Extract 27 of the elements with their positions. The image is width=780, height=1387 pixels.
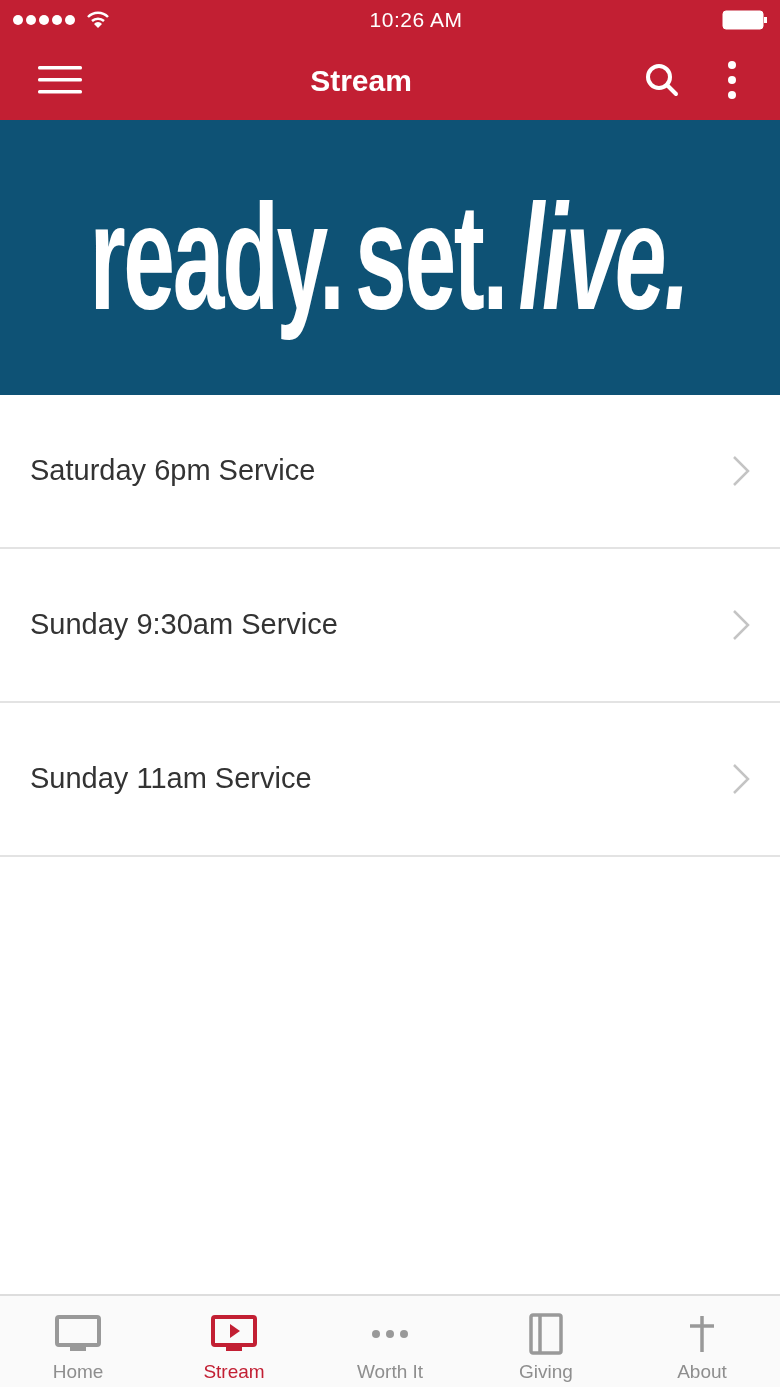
service-list-item[interactable]: Sunday 11am Service — [0, 703, 780, 857]
dots-icon — [371, 1329, 409, 1339]
tab[interactable]: Home — [0, 1296, 156, 1387]
chevron-right-icon — [732, 763, 750, 795]
tab[interactable]: About — [624, 1296, 780, 1387]
play-screen-icon — [211, 1315, 257, 1353]
tab[interactable]: Worth It — [312, 1296, 468, 1387]
more-icon — [727, 60, 737, 100]
banner-slogan-word: live. — [517, 172, 689, 343]
book-icon — [529, 1313, 563, 1355]
banner-slogan-word: ready. — [89, 172, 344, 343]
signal-icon — [12, 13, 76, 27]
status-time: 10:26 AM — [369, 7, 463, 34]
chevron-right-icon — [732, 455, 750, 487]
chevron-right-icon — [732, 609, 750, 641]
banner-slogan-word: set. — [354, 172, 507, 343]
service-list-item[interactable]: Sunday 9:30am Service — [0, 549, 780, 703]
wifi-icon — [86, 11, 110, 29]
menu-icon — [38, 65, 82, 95]
service-list-item[interactable]: Saturday 6pm Service — [0, 395, 780, 549]
search-icon — [644, 62, 680, 98]
battery-icon — [722, 10, 768, 30]
cross-icon — [689, 1315, 715, 1353]
tab[interactable]: Stream — [156, 1296, 312, 1387]
screen-title: Stream — [309, 62, 413, 99]
monitor-icon — [55, 1315, 101, 1353]
tab[interactable]: Giving — [468, 1296, 624, 1387]
